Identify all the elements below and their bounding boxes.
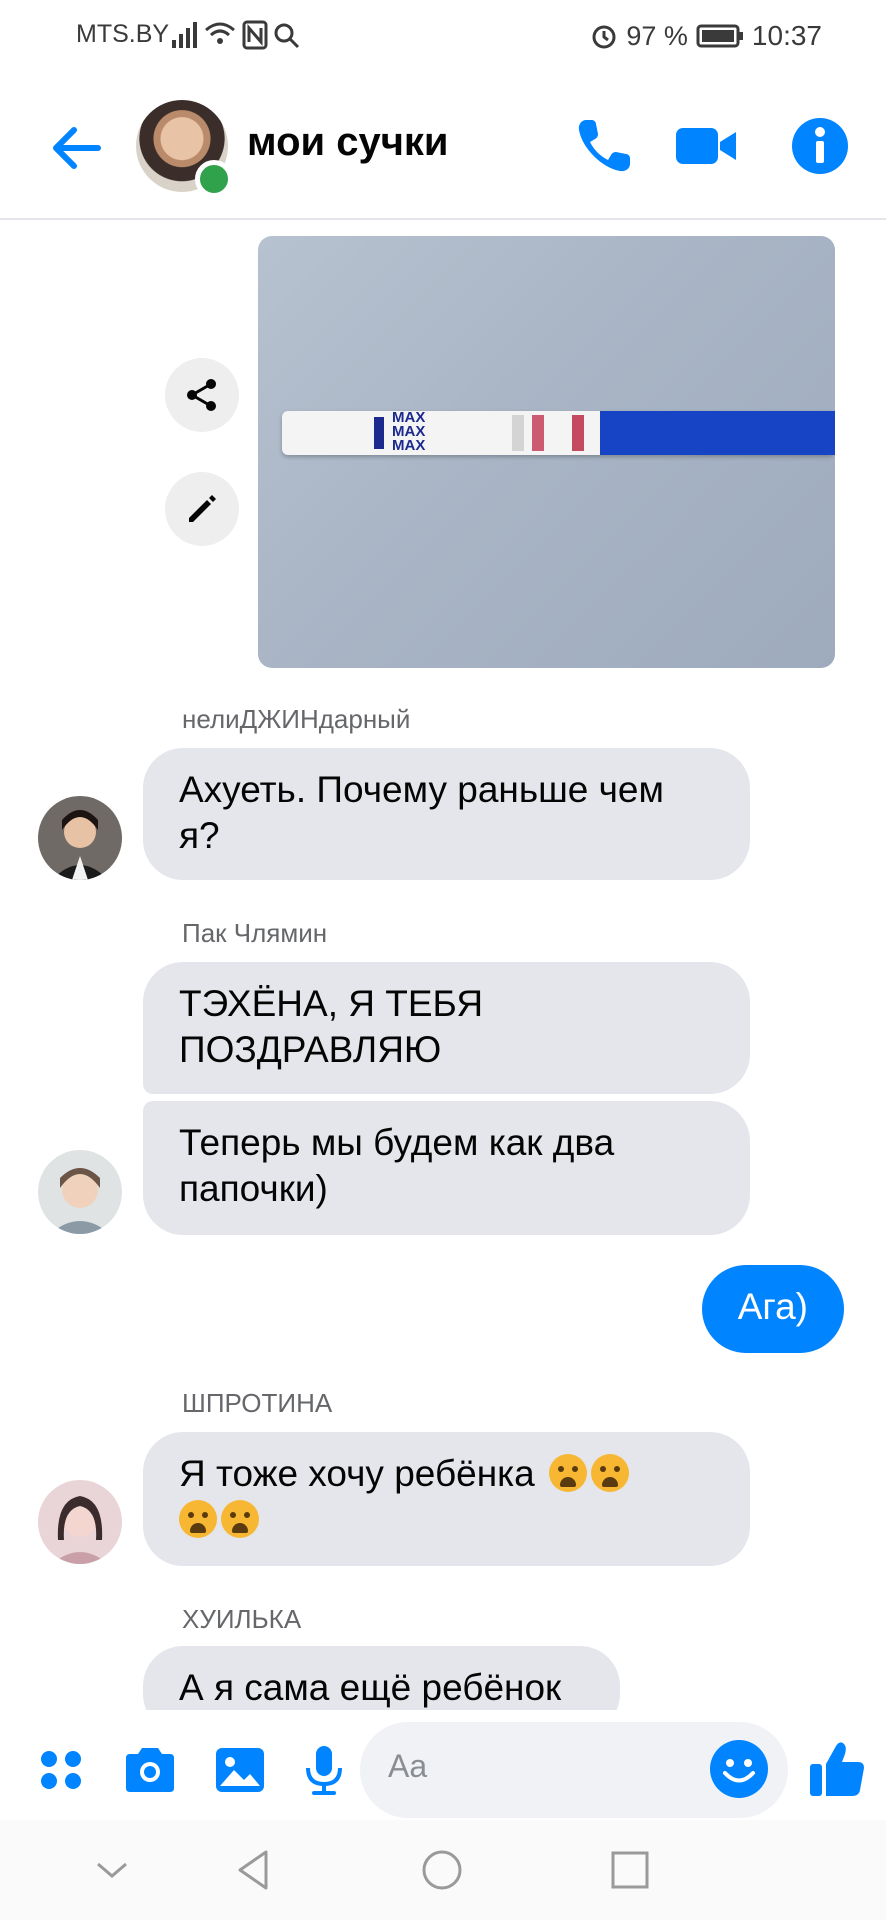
carrier-label: MTS.BY — [76, 20, 170, 48]
message-input[interactable]: Aa — [360, 1722, 788, 1818]
sender-name: ШПРОТИНА — [182, 1388, 333, 1418]
test-strip: MAX MAX MAX — [282, 410, 835, 455]
status-right: 97 % 10:37 — [590, 18, 822, 54]
chat-title[interactable]: мои сучки — [247, 120, 449, 165]
chat-header: мои сучки — [0, 82, 886, 220]
back-arrow-icon[interactable] — [46, 118, 106, 178]
image-icon[interactable] — [212, 1742, 268, 1798]
message-text: Я тоже хочу ребёнка — [179, 1453, 535, 1494]
system-nav-bar — [0, 1820, 886, 1920]
camera-icon[interactable] — [122, 1742, 178, 1798]
signal-wifi-icons — [172, 20, 300, 50]
nav-recents-icon[interactable] — [604, 1844, 656, 1896]
message-bubble[interactable]: Я тоже хочу ребёнка — [143, 1432, 750, 1566]
message-bubble[interactable]: ТЭХЁНА, Я ТЕБЯ ПОЗДРАВЛЯЮ — [143, 962, 750, 1094]
status-bar: MTS.BY 97 % 10:37 — [0, 0, 886, 70]
share-button[interactable] — [165, 358, 239, 432]
crying-emoji-icon — [549, 1454, 588, 1492]
chevron-down-icon[interactable] — [86, 1844, 138, 1896]
input-placeholder: Aa — [388, 1748, 428, 1784]
message-bubble[interactable]: Теперь мы будем как два папочки) — [143, 1101, 750, 1235]
alarm-icon — [592, 25, 616, 49]
sender-avatar[interactable] — [38, 1150, 122, 1234]
thumbs-up-icon[interactable] — [806, 1738, 868, 1800]
message-bubble[interactable]: Ахуеть. Почему раньше чем я? — [143, 748, 750, 880]
apps-icon[interactable] — [34, 1742, 90, 1798]
strip-label: MAX — [392, 437, 426, 454]
share-icon — [187, 379, 216, 411]
crying-emoji-icon — [221, 1500, 259, 1538]
sender-name: Пак Члямин — [182, 918, 328, 948]
phone-icon[interactable] — [572, 114, 636, 178]
video-icon[interactable] — [674, 114, 738, 178]
sender-avatar[interactable] — [38, 1480, 122, 1564]
edit-icon — [189, 495, 216, 522]
message-clip: А я сама ещё ребёнок — [0, 1646, 886, 1710]
shared-photo[interactable]: MAX MAX MAX — [258, 236, 835, 668]
emoji-icon[interactable] — [708, 1738, 770, 1800]
nav-home-icon[interactable] — [416, 1844, 468, 1896]
composer-bar: Aa — [0, 1722, 886, 1818]
mic-icon[interactable] — [296, 1742, 352, 1798]
online-indicator — [195, 160, 233, 198]
info-icon[interactable] — [788, 114, 852, 178]
crying-emoji-icon — [591, 1454, 630, 1492]
sender-avatar[interactable] — [38, 796, 122, 880]
clock: 10:37 — [751, 20, 822, 51]
battery-percent: 97 % — [626, 20, 688, 51]
sender-name: нелиДЖИНдарный — [182, 704, 411, 734]
outgoing-message[interactable]: Ага) — [701, 1265, 844, 1353]
crying-emoji-icon — [179, 1500, 217, 1538]
nav-back-icon[interactable] — [228, 1844, 280, 1896]
message-bubble[interactable]: А я сама ещё ребёнок — [143, 1646, 620, 1710]
sender-name: ХУИЛЬКА — [182, 1604, 302, 1634]
battery-icon — [696, 24, 743, 48]
edit-button[interactable] — [165, 472, 239, 546]
